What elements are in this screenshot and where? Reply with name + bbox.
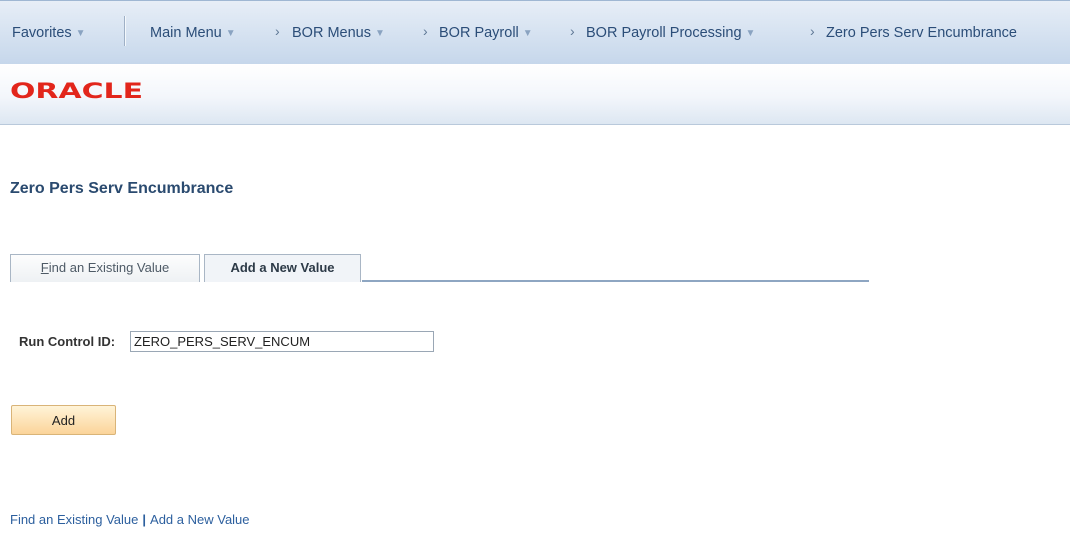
branding-bar	[0, 64, 1070, 125]
chevron-down-icon: ▼	[374, 28, 385, 39]
tab-find-existing-value[interactable]: Find an Existing Value	[10, 254, 200, 282]
breadcrumb-item-label: BOR Payroll Processing	[586, 25, 742, 41]
breadcrumb-item-bor-payroll-processing[interactable]: BOR Payroll Processing ▼	[586, 24, 755, 44]
breadcrumb-item-bor-menus[interactable]: BOR Menus ▼	[292, 24, 385, 44]
tab-underline	[362, 280, 869, 282]
breadcrumb-item-bor-payroll[interactable]: BOR Payroll ▼	[439, 24, 533, 44]
tab-find-label: ind an Existing Value	[48, 260, 170, 275]
favorites-label: Favorites	[12, 25, 72, 41]
breadcrumb-item-label: BOR Payroll	[439, 25, 519, 41]
favorites-menu[interactable]: Favorites ▼	[12, 24, 86, 44]
breadcrumb-separator-icon: ›	[423, 23, 428, 39]
nav-divider	[124, 16, 125, 46]
breadcrumb: Favorites ▼ Main Menu ▼ › BOR Menus ▼ › BOR…	[0, 1, 1070, 65]
favorites-chevron-down-icon: ▼	[75, 28, 86, 39]
bottom-links: Find an Existing Value | Add a New Value	[10, 512, 250, 527]
main-menu[interactable]: Main Menu ▼	[150, 24, 236, 44]
page: Favorites ▼ Main Menu ▼ › BOR Menus ▼ › BOR…	[0, 0, 1070, 537]
tab-add-new-value[interactable]: Add a New Value	[204, 254, 361, 282]
link-separator: |	[142, 512, 147, 527]
breadcrumb-item-label: BOR Menus	[292, 25, 371, 41]
find-existing-value-link[interactable]: Find an Existing Value	[10, 512, 138, 527]
run-control-id-label: Run Control ID:	[19, 334, 116, 349]
add-button[interactable]: Add	[11, 405, 116, 435]
page-title: Zero Pers Serv Encumbrance	[10, 180, 234, 197]
run-control-id-input[interactable]	[130, 331, 434, 352]
main-menu-label: Main Menu	[150, 25, 222, 41]
chevron-down-icon: ▼	[522, 28, 533, 39]
main-menu-chevron-down-icon: ▼	[225, 28, 236, 39]
add-new-value-link[interactable]: Add a New Value	[150, 512, 250, 527]
breadcrumb-separator-icon: ›	[275, 23, 280, 39]
chevron-down-icon: ▼	[745, 28, 756, 39]
breadcrumb-separator-icon: ›	[810, 23, 815, 39]
tab-find-accelerator: F	[40, 260, 49, 275]
breadcrumb-separator-icon: ›	[570, 23, 575, 39]
oracle-logo: ORACLE	[10, 79, 144, 104]
navigation-bar: Favorites ▼ Main Menu ▼ › BOR Menus ▼ › BOR…	[0, 0, 1070, 64]
breadcrumb-item-current[interactable]: Zero Pers Serv Encumbrance	[826, 24, 1017, 42]
